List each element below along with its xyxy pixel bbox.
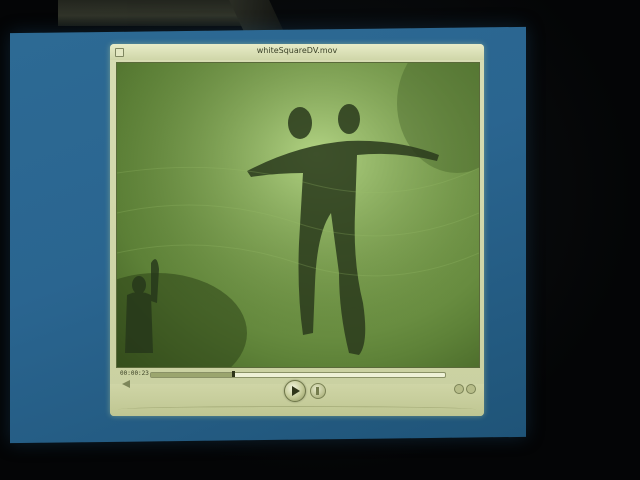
time-slider[interactable]: [150, 371, 446, 378]
rewind-small-icon[interactable]: [454, 384, 464, 394]
time-slider-fill: [151, 373, 234, 377]
video-scene: [117, 63, 479, 367]
video-frame[interactable]: [116, 62, 480, 368]
decorative-swoosh: [118, 406, 476, 413]
player-controls: 00:00:23: [110, 366, 484, 416]
step-forward-button[interactable]: [310, 383, 326, 399]
playhead-handle[interactable]: [232, 371, 236, 377]
movie-player-window: whiteSquareDV.mov 00:00:23: [110, 44, 484, 416]
timecode-display: 00:00:23: [120, 370, 149, 377]
speaker-icon[interactable]: [122, 380, 130, 388]
window-title: whiteSquareDV.mov: [256, 46, 338, 55]
ceiling-light-fixture: [58, 0, 258, 26]
forward-small-icon[interactable]: [466, 384, 476, 394]
window-titlebar[interactable]: whiteSquareDV.mov: [110, 44, 484, 60]
projection-room: whiteSquareDV.mov 00:00:23: [0, 0, 640, 480]
play-button[interactable]: [284, 380, 306, 402]
